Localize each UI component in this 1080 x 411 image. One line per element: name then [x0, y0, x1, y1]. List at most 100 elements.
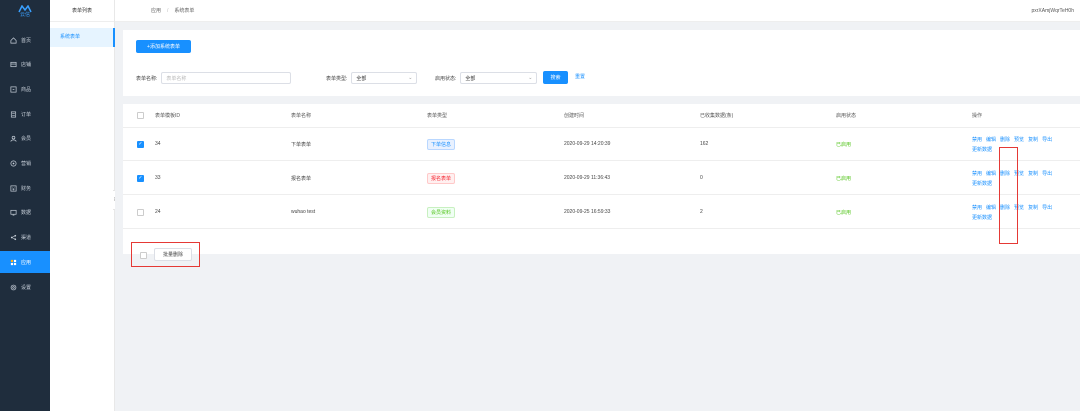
sub-sidebar: 表单列表 系统表单 — [50, 0, 115, 411]
col-status: 启用状态 — [836, 113, 857, 119]
action-update-data-link[interactable]: 更新数据 — [972, 180, 992, 187]
order-icon — [9, 110, 17, 118]
batch-delete-button[interactable]: 批量删除 — [154, 248, 192, 261]
channel-icon — [9, 234, 17, 242]
action-disable-link[interactable]: 禁用 — [972, 204, 982, 211]
table-row: 24 wuhao test 会员资料 2020-09-25 16:59:33 2 已启用 禁… — [123, 196, 1080, 229]
batch-select-checkbox[interactable] — [140, 252, 147, 259]
form-type-select[interactable]: 全部 ⌄ — [351, 72, 418, 84]
nav-item-label: 营销 — [21, 161, 32, 167]
cell-form-name: 报名表单 — [291, 175, 312, 182]
form-name-input[interactable]: 表单名称 — [161, 72, 292, 84]
filter-card: +添加系统表单 表单名称: 表单名称 表单类型: 全部 ⌄ 启用状态: 全部 ⌄… — [123, 30, 1080, 96]
form-type-value: 全部 — [356, 75, 367, 82]
nav-item-label: 首页 — [21, 37, 32, 44]
nav-item-settings[interactable]: 设置 — [0, 276, 50, 298]
store-icon — [9, 61, 17, 69]
action-edit-link[interactable]: 编辑 — [986, 204, 996, 211]
nav-item-member[interactable]: 会员 — [0, 128, 50, 150]
row-checkbox[interactable] — [137, 208, 144, 216]
search-button[interactable]: 搜索 — [543, 71, 568, 84]
row-checkbox[interactable]: ✓ — [137, 140, 144, 148]
nav-item-store[interactable]: 店铺 — [0, 54, 50, 76]
filter-status: 启用状态: 全部 ⌄ — [435, 72, 538, 84]
forms-table-card: 表单模板ID 表单名称 表单类型 创建时间 已收集数据(条) 启用状态 操作 ✓… — [123, 104, 1080, 267]
form-type-tag: 下单信息 — [427, 138, 456, 150]
action-update-data-link[interactable]: 更新数据 — [972, 214, 992, 221]
nav-item-finance[interactable]: ¥ 财务 — [0, 177, 50, 199]
nav-item-goods[interactable]: 商品 — [0, 78, 50, 100]
form-type-label: 表单类型: — [326, 75, 348, 82]
main-content: +添加系统表单 表单名称: 表单名称 表单类型: 全部 ⌄ 启用状态: 全部 ⌄… — [115, 22, 1080, 411]
col-form-name: 表单名称 — [291, 113, 312, 119]
logo-text: 云信 — [19, 11, 30, 18]
action-edit-link[interactable]: 编辑 — [986, 136, 996, 143]
status-badge: 已启用 — [836, 141, 852, 148]
action-export-link[interactable]: 导出 — [1042, 136, 1052, 143]
breadcrumb-separator: / — [167, 7, 169, 14]
chevron-down-icon: ⌄ — [408, 75, 413, 81]
table-row: ✓ 34 下单表单 下单信息 2020-09-29 14:20:39 162 已启用 禁用 编辑… — [123, 128, 1080, 161]
nav-item-home[interactable]: 首页 — [0, 29, 50, 51]
row-checkbox[interactable]: ✓ — [137, 174, 144, 182]
action-edit-link[interactable]: 编辑 — [986, 170, 996, 177]
cell-form-name: wuhao test — [291, 209, 316, 215]
member-icon — [9, 135, 17, 143]
cell-form-name: 下单表单 — [291, 141, 312, 148]
nav-item-data[interactable]: 数据 — [0, 202, 50, 224]
breadcrumb-current: 系统表单 — [174, 8, 195, 14]
top-header: 应用 / 系统表单 pxrXAmjWqrTeH0h — [115, 0, 1080, 22]
breadcrumb-apps[interactable]: 应用 — [151, 7, 161, 14]
batch-actions-highlight: 批量删除 — [131, 242, 200, 267]
cell-template-id: 34 — [155, 141, 161, 147]
status-badge: 已启用 — [836, 175, 852, 182]
nav-item-label: 订单 — [21, 111, 32, 118]
col-actions: 操作 — [972, 113, 983, 119]
status-select[interactable]: 全部 ⌄ — [460, 72, 538, 84]
user-id[interactable]: pxrXAmjWqrTeH0h — [1031, 0, 1074, 22]
action-copy-link[interactable]: 复制 — [1028, 136, 1038, 143]
col-template-id: 表单模板ID — [155, 113, 181, 119]
filter-form-name: 表单名称: 表单名称 — [136, 72, 292, 84]
nav-item-order[interactable]: 订单 — [0, 103, 50, 125]
nav-item-label: 会员 — [21, 136, 32, 143]
status-badge: 已启用 — [836, 209, 852, 216]
subnav-item-system-forms[interactable]: 系统表单 — [50, 28, 115, 47]
action-copy-link[interactable]: 复制 — [1028, 170, 1038, 177]
cell-collected-count: 0 — [700, 175, 703, 181]
subnav-title: 表单列表 — [50, 0, 114, 22]
apps-icon — [9, 258, 17, 266]
action-copy-link[interactable]: 复制 — [1028, 204, 1038, 211]
app-logo[interactable]: 云信 — [0, 0, 50, 22]
delete-column-highlight — [999, 147, 1018, 244]
goods-icon — [9, 85, 17, 93]
action-disable-link[interactable]: 禁用 — [972, 136, 982, 143]
reset-link[interactable]: 重置 — [575, 71, 585, 84]
nav-item-channel[interactable]: 渠道 — [0, 227, 50, 249]
action-export-link[interactable]: 导出 — [1042, 170, 1052, 177]
col-created-time: 创建时间 — [564, 113, 585, 119]
add-system-form-button[interactable]: +添加系统表单 — [136, 40, 191, 53]
action-disable-link[interactable]: 禁用 — [972, 170, 982, 177]
action-export-link[interactable]: 导出 — [1042, 204, 1052, 211]
status-value: 全部 — [465, 75, 476, 82]
action-delete-link[interactable]: 删除 — [1000, 136, 1010, 143]
nav-item-label: 设置 — [21, 284, 32, 291]
action-update-data-link[interactable]: 更新数据 — [972, 146, 992, 153]
cell-collected-count: 2 — [700, 209, 703, 215]
chevron-down-icon: ⌄ — [528, 75, 533, 81]
nav-item-marketing[interactable]: 营销 — [0, 153, 50, 175]
nav-item-label: 店铺 — [21, 62, 32, 69]
col-form-type: 表单类型 — [427, 113, 448, 119]
cell-template-id: 24 — [155, 209, 161, 215]
nav-item-label: 渠道 — [21, 235, 32, 242]
action-preview-link[interactable]: 预览 — [1014, 136, 1024, 143]
form-name-label: 表单名称: — [136, 75, 158, 82]
table-row: ✓ 33 报名表单 报名表单 2020-09-29 11:36:43 0 已启用 禁用 编辑 删除… — [123, 162, 1080, 195]
nav-item-label: 数据 — [21, 210, 32, 217]
main-sidebar: 云信 首页店铺商品订单会员营销 ¥ 财务数据渠道应用设置 — [0, 0, 50, 411]
select-all-checkbox[interactable] — [137, 112, 144, 119]
marketing-icon — [9, 160, 17, 168]
nav-item-apps[interactable]: 应用 — [0, 251, 50, 274]
table-header: 表单模板ID 表单名称 表单类型 创建时间 已收集数据(条) 启用状态 操作 — [123, 104, 1080, 128]
